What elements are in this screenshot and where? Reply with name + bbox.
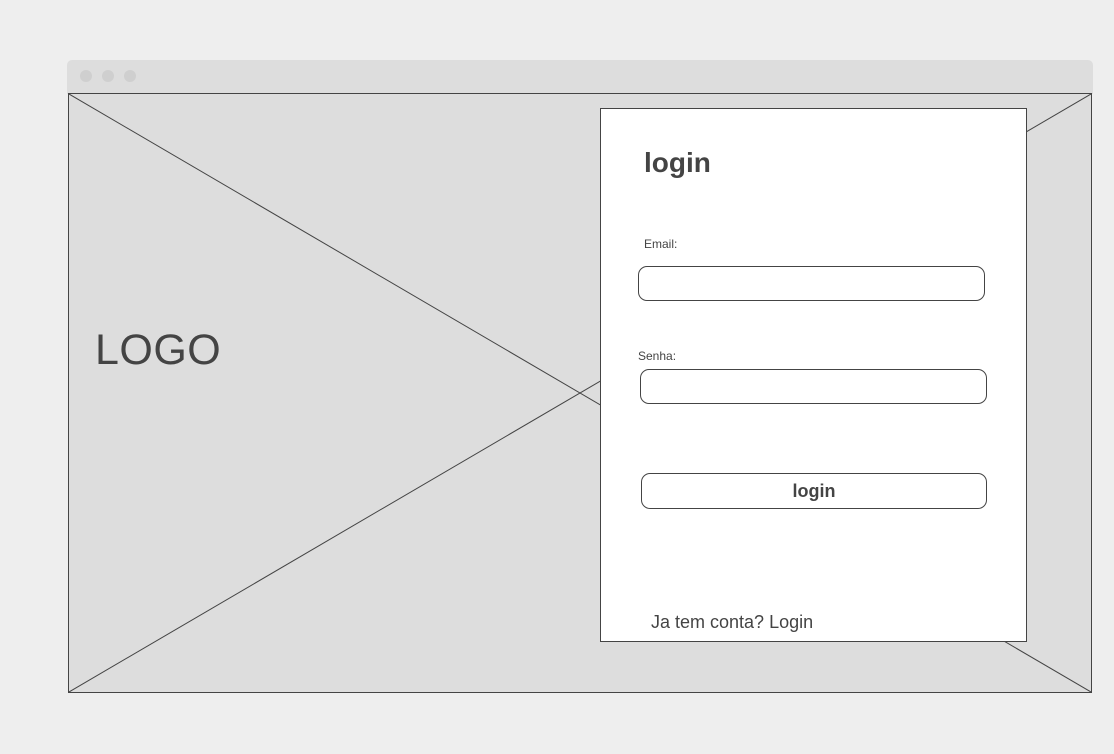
password-field[interactable] xyxy=(640,369,987,404)
existing-account-login-link[interactable]: Ja tem conta? Login xyxy=(651,612,813,633)
email-field[interactable] xyxy=(638,266,985,301)
window-maximize-dot-icon[interactable] xyxy=(124,70,136,82)
password-label: Senha: xyxy=(638,349,677,363)
browser-window-chrome xyxy=(67,60,1093,94)
login-card: login Email: Senha: login Ja tem conta? … xyxy=(600,108,1027,642)
email-label: Email: xyxy=(644,237,678,251)
logo-text: LOGO xyxy=(95,326,222,374)
login-button[interactable]: login xyxy=(641,473,987,509)
window-minimize-dot-icon[interactable] xyxy=(102,70,114,82)
window-close-dot-icon[interactable] xyxy=(80,70,92,82)
login-card-title: login xyxy=(644,147,711,178)
